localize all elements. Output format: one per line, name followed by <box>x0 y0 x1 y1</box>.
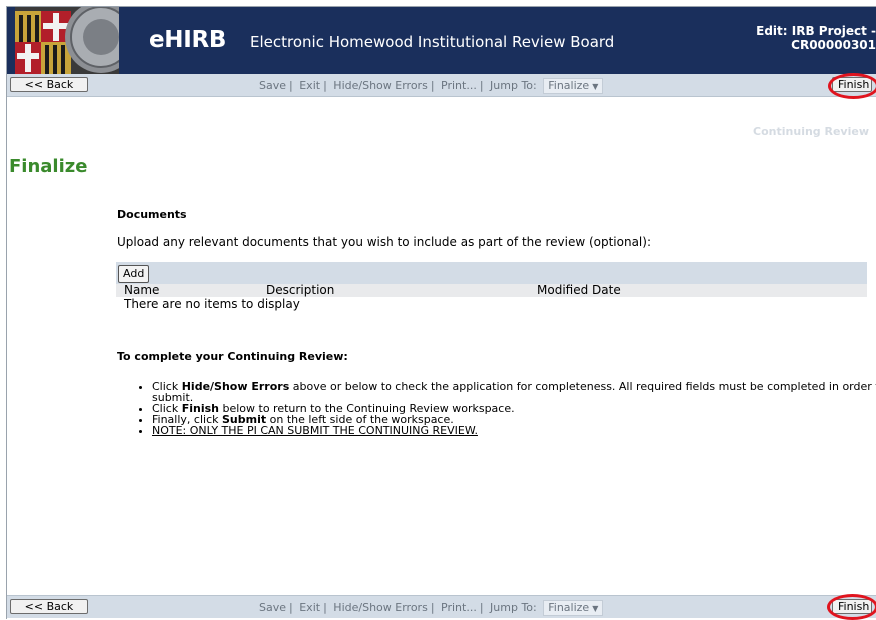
jump-to-value: Finalize <box>548 601 590 614</box>
documents-table-toolbar: Add <box>116 262 867 284</box>
empty-table-message: There are no items to display <box>124 297 300 311</box>
back-button[interactable]: << Back <box>10 599 88 614</box>
column-header-description[interactable]: Description <box>266 284 334 297</box>
column-header-name[interactable]: Name <box>124 284 159 297</box>
app-brand: eHIRB <box>149 27 227 53</box>
step-emphasis: Hide/Show Errors <box>181 380 290 393</box>
bottom-toolbar: << Back Save | Exit | Hide/Show Errors | Pr… <box>7 595 876 618</box>
save-link[interactable]: Save <box>259 79 286 92</box>
app-subtitle: Electronic Homewood Institutional Review… <box>250 33 615 51</box>
chevron-down-icon: ▼ <box>592 604 599 613</box>
page-title: Finalize <box>9 156 88 177</box>
toolbar-links: Save | Exit | Hide/Show Errors | Print... | … <box>259 78 604 94</box>
edit-project-title: Edit: IRB Project - CR00000301 <box>716 24 876 52</box>
toolbar-links: Save | Exit | Hide/Show Errors | Print... | … <box>259 600 604 616</box>
chevron-down-icon: ▼ <box>592 82 599 91</box>
documents-table-header: Name Description Modified Date <box>116 284 867 297</box>
separator: | <box>289 601 293 614</box>
column-header-modified-date[interactable]: Modified Date <box>537 284 621 297</box>
breadcrumb: Continuing Review <box>753 125 869 138</box>
edit-title-line-1: Edit: IRB Project - <box>756 24 876 38</box>
pi-submit-note: NOTE: ONLY THE PI CAN SUBMIT THE CONTINU… <box>152 424 478 437</box>
finish-button[interactable]: Finish <box>832 77 872 92</box>
jump-to-value: Finalize <box>548 79 590 92</box>
back-button[interactable]: << Back <box>10 77 88 92</box>
finish-button[interactable]: Finish <box>832 599 872 614</box>
exit-link[interactable]: Exit <box>299 601 320 614</box>
jump-to-label: Jump To: <box>490 79 537 92</box>
browser-frame: eHIRB Electronic Homewood Institutional … <box>6 6 876 620</box>
documents-heading: Documents <box>117 208 187 221</box>
documents-table: Add Name Description Modified Date There… <box>116 262 867 311</box>
save-link[interactable]: Save <box>259 601 286 614</box>
jump-to-select[interactable]: Finalize ▼ <box>543 600 604 616</box>
exit-link[interactable]: Exit <box>299 79 320 92</box>
instructions-list: Click Hide/Show Errors above or below to… <box>134 381 876 436</box>
jump-to-select[interactable]: Finalize ▼ <box>543 78 604 94</box>
university-seal-logo <box>15 7 119 74</box>
jump-to-label: Jump To: <box>490 601 537 614</box>
app-header: eHIRB Electronic Homewood Institutional … <box>7 7 876 74</box>
list-item: NOTE: ONLY THE PI CAN SUBMIT THE CONTINU… <box>152 425 876 436</box>
separator: | <box>323 601 327 614</box>
list-item: Click Hide/Show Errors above or below to… <box>152 381 876 403</box>
separator: | <box>430 79 435 92</box>
instructions-heading: To complete your Continuing Review: <box>117 350 348 363</box>
add-document-button[interactable]: Add <box>118 265 150 283</box>
top-toolbar: << Back Save | Exit | Hide/Show Errors | Pr… <box>7 74 876 97</box>
hide-show-errors-link[interactable]: Hide/Show Errors <box>333 601 428 614</box>
separator: | <box>479 601 484 614</box>
documents-intro: Upload any relevant documents that you w… <box>117 235 651 249</box>
separator: | <box>430 601 435 614</box>
separator: | <box>479 79 484 92</box>
print-link[interactable]: Print... <box>441 601 477 614</box>
edit-title-line-2: CR00000301 <box>791 38 876 52</box>
hide-show-errors-link[interactable]: Hide/Show Errors <box>333 79 428 92</box>
print-link[interactable]: Print... <box>441 79 477 92</box>
separator: | <box>323 79 327 92</box>
separator: | <box>289 79 293 92</box>
